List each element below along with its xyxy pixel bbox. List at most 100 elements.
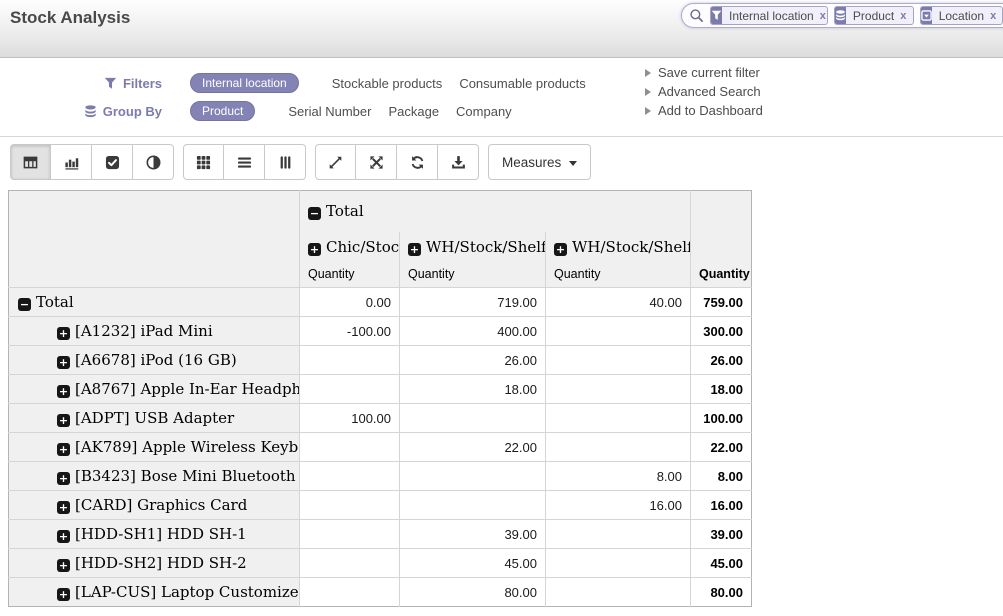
actions-group (315, 144, 479, 180)
pivot-value-cell: 18.00 (400, 375, 546, 404)
list-bars-button[interactable] (224, 144, 265, 180)
expand-node-icon: + (57, 530, 70, 543)
search-facet-product[interactable]: Product x (834, 6, 914, 25)
save-current-filter-button[interactable]: Save current filter (645, 65, 763, 80)
advanced-search-button[interactable]: Advanced Search (645, 84, 763, 99)
bar-chart-view-button[interactable] (51, 144, 92, 180)
expand-node-icon: + (554, 243, 567, 256)
measures-button[interactable]: Measures (488, 144, 591, 180)
search-icon (689, 8, 704, 23)
pivot-value-cell (400, 462, 546, 491)
check-square-button[interactable] (92, 144, 133, 180)
collapse-icon: − (308, 207, 321, 220)
facet-value: Product (853, 9, 894, 23)
grand-total-measure-header[interactable]: Quantity (691, 262, 752, 288)
pivot-col-total-header[interactable]: −Total (300, 191, 691, 232)
pivot-row-label[interactable]: +[B3423] Bose Mini Bluetooth Speaker (9, 462, 300, 491)
filters-header[interactable]: Filters (0, 76, 162, 91)
pivot-row-total-cell: 16.00 (691, 491, 752, 520)
grid-button[interactable] (183, 144, 224, 180)
table-view-button[interactable] (10, 144, 51, 180)
groupby-row: Group By Product Serial Number Package C… (0, 101, 512, 121)
pivot-col-header-shelf-1[interactable]: +WH/Stock/Shelf 1 (400, 232, 546, 262)
arrows-alt-button[interactable] (356, 144, 397, 180)
group-by-icon (835, 7, 846, 24)
pivot-value-cell (546, 520, 691, 549)
active-filter-pill[interactable]: Internal location (190, 73, 299, 93)
expand-node-icon: + (57, 385, 70, 398)
pivot-row-label[interactable]: +[A8767] Apple In-Ear Headphones (9, 375, 300, 404)
pivot-col-header-shelf-2[interactable]: + WH/Stock/Shelf 2 (546, 232, 691, 262)
adjust-contrast-button[interactable] (133, 144, 174, 180)
facet-value: Location (939, 9, 984, 23)
search-facet-internal-location[interactable]: Internal location x (710, 6, 828, 25)
pivot-value-cell: 16.00 (546, 491, 691, 520)
pivot-row-label[interactable]: +[AK789] Apple Wireless Keyboard (9, 433, 300, 462)
download-icon (451, 155, 466, 170)
measure-header[interactable]: Quantity (400, 262, 546, 288)
active-groupby-pill[interactable]: Product (190, 101, 255, 121)
expand-button[interactable] (315, 144, 356, 180)
search-bar[interactable]: Internal location x Product x Locati (681, 3, 1003, 28)
pivot-value-cell (546, 346, 691, 375)
table-row: +[A6678] iPod (16 GB)26.0026.00 (9, 346, 752, 375)
pivot-row-total-cell: 39.00 (691, 520, 752, 549)
pivot-value-cell: 45.00 (400, 549, 546, 578)
pivot-row-label[interactable]: +[HDD-SH1] HDD SH-1 (9, 520, 300, 549)
search-facet-location[interactable]: Location x (920, 6, 1003, 25)
collapse-icon: − (18, 298, 31, 311)
pivot-grand-col-header (691, 191, 752, 262)
pivot-row-total-cell: 80.00 (691, 578, 752, 607)
filter-option-stockable-products[interactable]: Stockable products (332, 76, 443, 91)
pivot-value-cell (300, 375, 400, 404)
filter-option-consumable-products[interactable]: Consumable products (459, 76, 585, 91)
remove-facet-icon[interactable]: x (820, 10, 826, 22)
refresh-button[interactable] (397, 144, 438, 180)
check-square-icon (105, 155, 120, 170)
expand-node-icon: + (57, 414, 70, 427)
remove-facet-icon[interactable]: x (900, 10, 906, 22)
arrows-alt-icon (369, 155, 384, 170)
pivot-row-label[interactable]: +[HDD-SH2] HDD SH-2 (9, 549, 300, 578)
filters-row: Filters Internal location Stockable prod… (0, 73, 586, 93)
pivot-row-total-cell: 759.00 (691, 288, 752, 317)
pivot-table: −Total +Chic/Stock +WH/Stock/Shelf 1 + WH… (8, 190, 752, 607)
pivot-value-cell: -100.00 (300, 317, 400, 346)
pivot-row-label[interactable]: +[ADPT] USB Adapter (9, 404, 300, 433)
expand-node-icon: + (57, 327, 70, 340)
remove-facet-icon[interactable]: x (990, 10, 996, 22)
expand-node-icon: + (57, 559, 70, 572)
groupby-header[interactable]: Group By (0, 104, 162, 119)
groupby-option-company[interactable]: Company (456, 104, 512, 119)
table-row: +[LAP-CUS] Laptop Customized80.0080.00 (9, 578, 752, 607)
filter-icon (711, 7, 722, 24)
table-row: −Total0.00719.0040.00759.00 (9, 288, 752, 317)
table-view-icon (23, 155, 38, 170)
measure-header[interactable]: Quantity (300, 262, 400, 288)
columns-button[interactable] (265, 144, 306, 180)
download-button[interactable] (438, 144, 479, 180)
pivot-row-label[interactable]: +[A6678] iPod (16 GB) (9, 346, 300, 375)
triangle-right-icon (645, 88, 651, 96)
add-to-dashboard-button[interactable]: Add to Dashboard (645, 103, 763, 118)
facet-value: Internal location (729, 9, 814, 23)
pivot-row-label[interactable]: +[CARD] Graphics Card (9, 491, 300, 520)
pivot-row-label[interactable]: +[LAP-CUS] Laptop Customized (9, 578, 300, 607)
search-options-panel: Filters Internal location Stockable prod… (0, 58, 1003, 137)
refresh-icon (410, 155, 425, 170)
pivot-value-cell (300, 491, 400, 520)
table-row: +[CARD] Graphics Card 16.0016.00 (9, 491, 752, 520)
col-group-label: WH/Stock/Shelf 2 (572, 238, 691, 256)
groupby-option-package[interactable]: Package (388, 104, 439, 119)
pivot-row-label[interactable]: +[A1232] iPad Mini (9, 317, 300, 346)
pivot-value-cell (300, 578, 400, 607)
pivot-value-cell: 0.00 (300, 288, 400, 317)
expand-icon (328, 155, 343, 170)
measure-header[interactable]: Quantity (546, 262, 691, 288)
columns-icon (278, 155, 293, 170)
pivot-col-header-chic-stock[interactable]: +Chic/Stock (300, 232, 400, 262)
groupby-option-serial-number[interactable]: Serial Number (288, 104, 371, 119)
pivot-row-label[interactable]: −Total (9, 288, 300, 317)
top-bar: Stock Analysis Internal location x (0, 0, 1003, 58)
pivot-row-total-cell: 22.00 (691, 433, 752, 462)
